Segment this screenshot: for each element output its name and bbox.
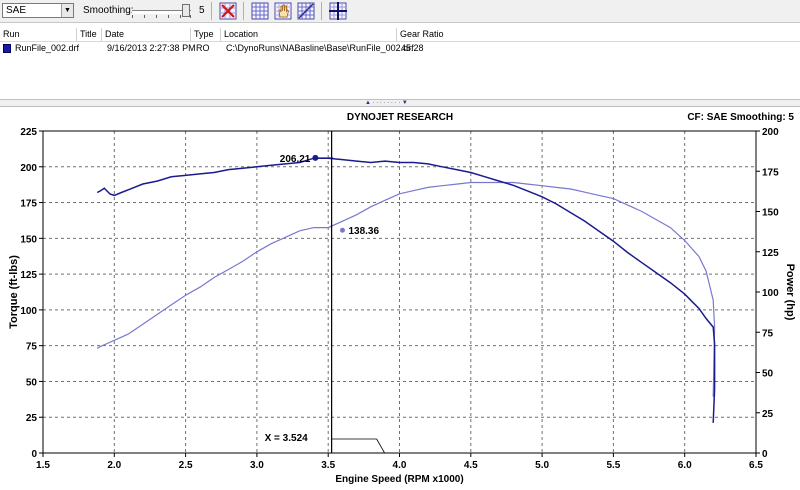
slider-tick <box>180 15 181 18</box>
toolbar-separator <box>243 2 244 20</box>
y-left-tick-label: 200 <box>20 163 37 174</box>
y-right-tick-label: 100 <box>762 288 779 299</box>
y-left-axis-title: Torque (ft-lbs) <box>8 255 20 329</box>
x-tick-label: 2.5 <box>179 460 193 471</box>
column-header-gear-ratio[interactable]: Gear Ratio <box>397 28 800 41</box>
y-left-tick-label: 175 <box>20 199 37 210</box>
hand-pan-button[interactable] <box>273 1 293 21</box>
slider-tick <box>132 15 133 18</box>
column-header-run[interactable]: Run <box>0 28 77 41</box>
run-location: C:\DynoRuns\NABasline\Base\RunFile_002.d… <box>226 43 414 53</box>
y-left-tick-label: 50 <box>26 377 38 388</box>
y-right-axis-title: Power (hp) <box>784 264 796 321</box>
x-axis-title: Engine Speed (RPM x1000) <box>335 474 463 485</box>
correction-factor-label: CF: SAE Smoothing: 5 <box>687 112 794 123</box>
x-tick-label: 4.5 <box>464 460 478 471</box>
correction-unit-value: SAE <box>6 5 27 16</box>
x-tick-label: 5.5 <box>606 460 620 471</box>
column-header-type[interactable]: Type <box>191 28 221 41</box>
splitter-grip-icon[interactable]: ▲ · · · · · · · · ▼ <box>365 100 445 106</box>
smoothing-slider[interactable] <box>130 4 193 18</box>
slider-tick <box>156 15 157 18</box>
smoothing-value: 5 <box>199 5 205 16</box>
y-left-tick-label: 75 <box>26 342 38 353</box>
power-peak-marker <box>339 227 345 233</box>
column-header-title[interactable]: Title <box>77 28 102 41</box>
chart-title: DYNOJET RESEARCH <box>346 112 454 123</box>
table-row[interactable]: RunFile_002.drf 9/16/2013 2:27:38 PM RO … <box>0 42 800 55</box>
x-tick-label: 6.0 <box>678 460 692 471</box>
y-left-tick-label: 225 <box>20 127 37 138</box>
run-table-header: Run Title Date Type Location Gear Ratio <box>0 28 800 42</box>
clear-runs-button[interactable] <box>218 1 238 21</box>
y-right-tick-label: 25 <box>762 409 774 420</box>
x-tick-label: 3.0 <box>250 460 264 471</box>
x-tick-label: 4.0 <box>393 460 407 471</box>
crosshair-grid-button[interactable] <box>328 1 348 21</box>
run-type: RO <box>196 43 210 53</box>
y-right-tick-label: 200 <box>762 127 779 138</box>
column-header-location[interactable]: Location <box>221 28 397 41</box>
grid-view-icon <box>251 2 269 20</box>
run-name: RunFile_002.drf <box>15 43 80 53</box>
slider-tick <box>168 15 169 18</box>
slider-tick <box>190 15 191 18</box>
torque-peak-label: 206.21 <box>280 154 311 165</box>
y-left-tick-label: 25 <box>26 413 38 424</box>
x-tick-label: 1.5 <box>36 460 50 471</box>
y-left-tick-label: 150 <box>20 234 37 245</box>
y-right-tick-label: 150 <box>762 208 779 219</box>
toolbar-separator <box>211 2 212 20</box>
y-left-tick-label: 100 <box>20 306 37 317</box>
crosshair-grid-icon <box>329 2 347 20</box>
correction-unit-select[interactable]: SAE ▼ <box>2 3 74 18</box>
run-table: Run Title Date Type Location Gear Ratio … <box>0 28 800 96</box>
run-color-swatch[interactable] <box>3 44 11 53</box>
toolbar-separator <box>321 2 322 20</box>
y-right-tick-label: 0 <box>762 449 768 460</box>
y-right-tick-label: 75 <box>762 328 774 339</box>
slider-tick <box>144 15 145 18</box>
panel-splitter[interactable]: ▲ · · · · · · · · ▼ <box>0 99 800 107</box>
y-right-tick-label: 50 <box>762 369 774 380</box>
smoothing-label: Smoothing: <box>83 5 134 16</box>
y-left-tick-label: 0 <box>31 449 37 460</box>
power-peak-label: 138.36 <box>348 226 379 237</box>
dyno-chart: 1.5 2.0 2.5 3.0 3.5 4.0 4.5 5.0 5.5 6.0 6.50255075… <box>8 127 796 485</box>
x-tick-label: 6.5 <box>749 460 763 471</box>
run-date: 9/16/2013 2:27:38 PM <box>107 43 196 53</box>
grid-zoom-icon <box>297 2 315 20</box>
grid-view-button[interactable] <box>250 1 270 21</box>
chart-panel: 1.5 2.0 2.5 3.0 3.5 4.0 4.5 5.0 5.5 6.0 6.5 0 25 50 75… <box>0 109 800 490</box>
grid-zoom-button[interactable] <box>296 1 316 21</box>
clear-runs-icon <box>219 2 237 20</box>
y-right-tick-label: 175 <box>762 167 779 178</box>
x-tick-label: 5.0 <box>535 460 549 471</box>
hand-pan-icon <box>274 2 292 20</box>
x-tick-label: 3.5 <box>321 460 335 471</box>
y-right-tick-label: 125 <box>762 248 779 259</box>
column-header-date[interactable]: Date <box>102 28 191 41</box>
x-tick-label: 2.0 <box>107 460 121 471</box>
smoothing-slider-thumb[interactable] <box>182 4 190 17</box>
torque-peak-marker <box>312 154 319 161</box>
chevron-down-icon[interactable]: ▼ <box>61 4 73 17</box>
toolbar: SAE ▼ Smoothing: 5 <box>0 0 800 23</box>
run-gear-ratio: 45.28 <box>401 43 424 53</box>
cursor-x-readout: X = 3.524 <box>265 433 309 444</box>
y-left-tick-label: 125 <box>20 270 37 281</box>
